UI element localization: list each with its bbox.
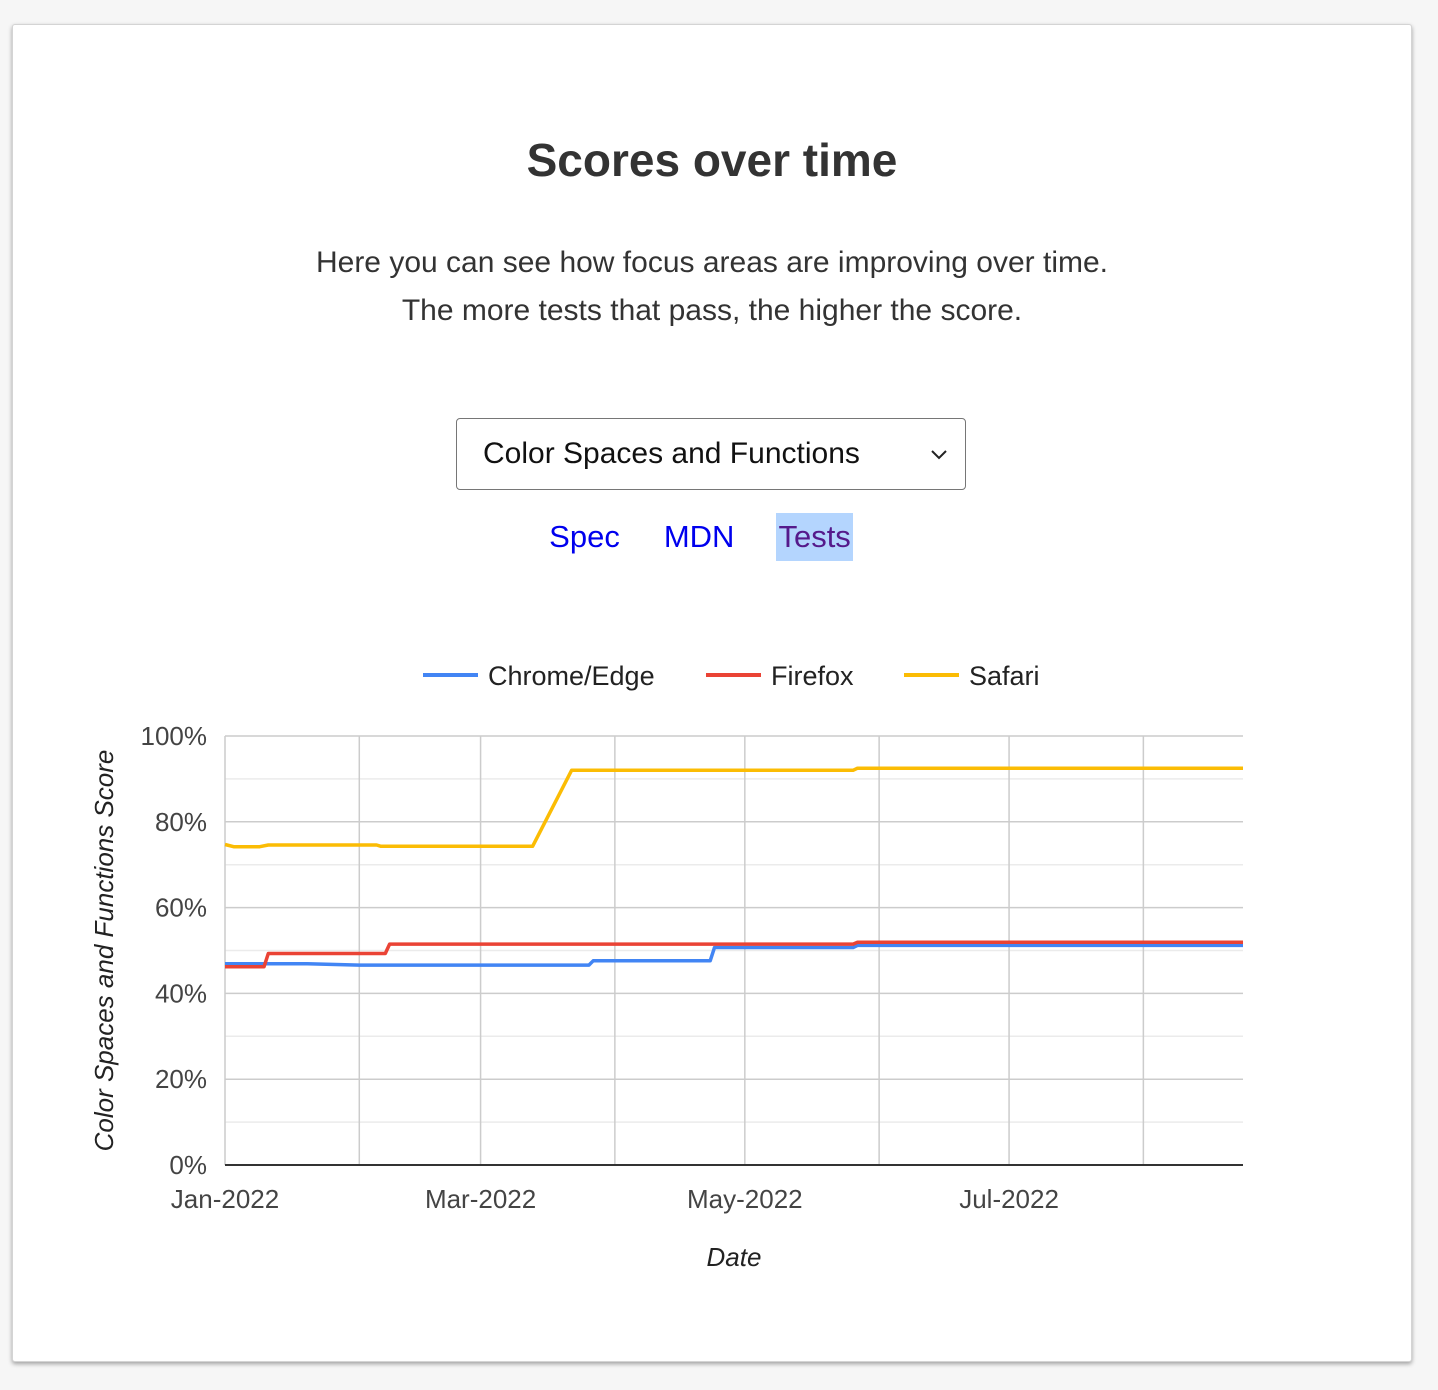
legend-label-chrome: Chrome/Edge <box>488 661 655 691</box>
x-tick-label: May-2022 <box>687 1184 803 1214</box>
x-tick-label: Jul-2022 <box>959 1184 1059 1214</box>
x-tick-label: Mar-2022 <box>425 1184 536 1214</box>
legend-label-firefox: Firefox <box>771 661 854 691</box>
y-tick-label: 40% <box>155 978 207 1008</box>
y-tick-label: 100% <box>141 721 208 751</box>
scores-card: Scores over time Here you can see how fo… <box>12 24 1412 1362</box>
series-line-safari <box>224 766 1243 849</box>
y-tick-label: 80% <box>155 807 207 837</box>
x-axis-title: Date <box>707 1242 762 1272</box>
y-tick-label: 20% <box>155 1064 207 1094</box>
x-tick-label: Jan-2022 <box>171 1184 279 1214</box>
y-tick-label: 0% <box>169 1150 207 1180</box>
legend-label-safari: Safari <box>969 661 1040 691</box>
y-tick-label: 60% <box>155 893 207 923</box>
scores-line-chart: 0% 20% 40% 60% 80% 100% Jan-2022 Mar-2022 May-20… <box>89 661 1243 1272</box>
y-axis-title: Color Spaces and Functions Score <box>89 750 119 1152</box>
